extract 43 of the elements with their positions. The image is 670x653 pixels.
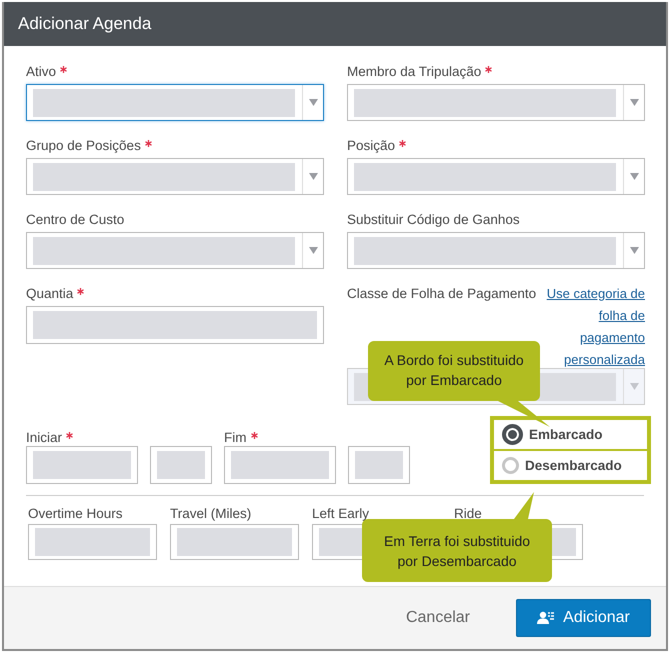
dropdown-field[interactable]: [347, 84, 645, 121]
dialog-title: Adicionar Agenda: [18, 14, 152, 34]
radio-label: Embarcado: [529, 427, 603, 442]
dropdown-field[interactable]: [26, 158, 324, 195]
field-label: Grupo de Posições: [26, 138, 141, 153]
field-label: Centro de Custo: [26, 212, 124, 227]
dropdown-arrow-icon: [630, 173, 638, 180]
radio-button[interactable]: [502, 424, 523, 445]
input-field[interactable]: [348, 446, 410, 484]
radio-label: Desembarcado: [525, 458, 622, 473]
input-field[interactable]: [224, 446, 336, 484]
field-label: Left Early: [312, 506, 370, 523]
input-field[interactable]: [150, 446, 212, 484]
dropdown-arrow-icon: [630, 247, 638, 254]
dropdown-field[interactable]: [347, 158, 645, 195]
field-label: Overtime Hours: [28, 506, 124, 523]
field-label: Substituir Código de Ganhos: [347, 212, 520, 227]
field-label: Posição: [347, 138, 396, 153]
dropdown-arrow-icon: [630, 99, 638, 106]
field-label: Membro da Tripulação: [347, 64, 482, 79]
dropdown-arrow-icon: [308, 247, 318, 254]
field-label: Fim: [224, 430, 246, 445]
cancel-button[interactable]: Cancelar: [382, 603, 494, 633]
add-button[interactable]: Adicionar: [516, 599, 651, 637]
dropdown-field[interactable]: [26, 84, 324, 121]
field-label: Ativo: [26, 64, 56, 79]
radio-option[interactable]: Embarcado: [493, 419, 648, 450]
input-field[interactable]: [170, 524, 299, 560]
field-label: Classe de Folha de Pagamento: [347, 286, 536, 301]
input-field[interactable]: [28, 524, 157, 560]
radio-option[interactable]: Desembarcado: [493, 450, 648, 481]
field-label: Ride: [454, 506, 483, 523]
field-label: Quantia: [26, 286, 74, 301]
field-label: Iniciar: [26, 430, 62, 445]
input-field[interactable]: [26, 306, 324, 344]
dropdown-field[interactable]: [347, 232, 645, 269]
dropdown-arrow-icon: [308, 99, 318, 106]
input-field[interactable]: [26, 446, 138, 484]
person-list-icon: [537, 611, 556, 625]
dropdown-arrow-icon: [308, 173, 318, 180]
dropdown-arrow-icon: [630, 383, 638, 390]
field-label: Travel (Miles): [170, 506, 252, 523]
dropdown-field[interactable]: [26, 232, 324, 269]
